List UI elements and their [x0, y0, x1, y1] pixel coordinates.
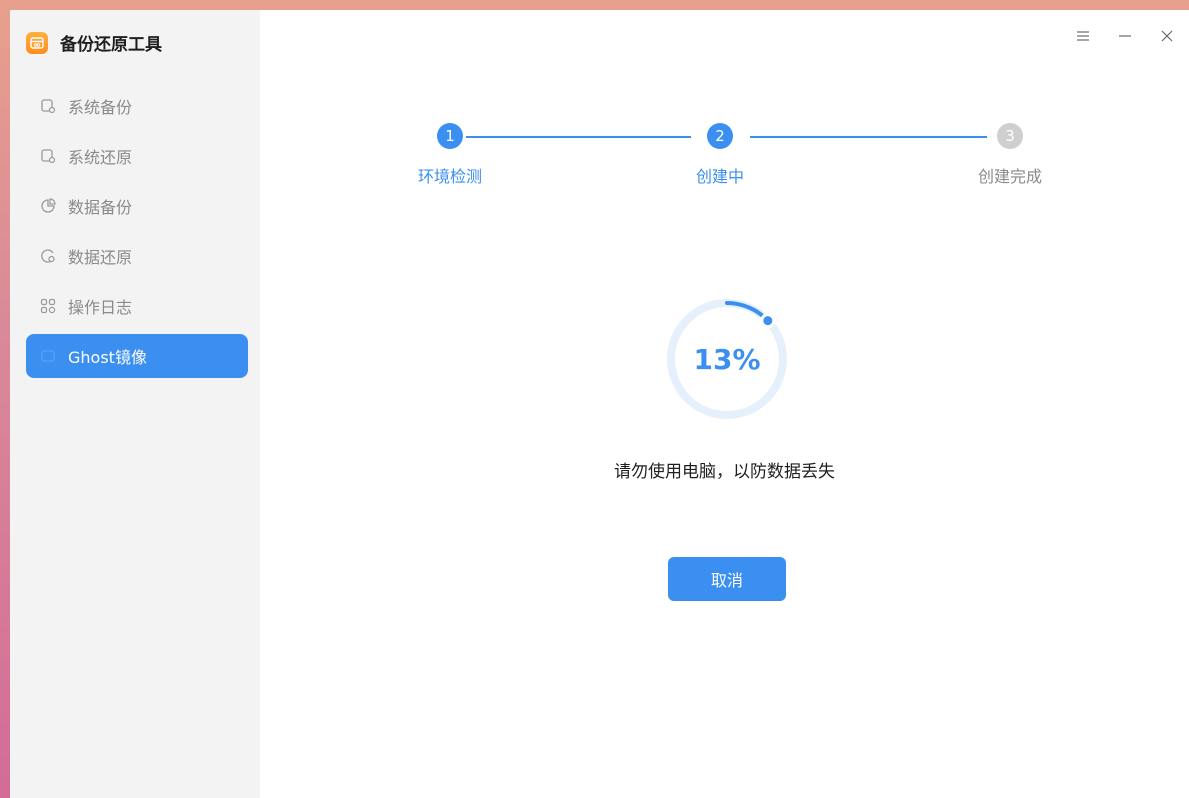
- step-1-circle: 1: [437, 123, 463, 149]
- sidebar-item-label: 系统备份: [68, 98, 133, 117]
- step-2: 2 创建中: [660, 123, 780, 187]
- step-3-circle: 3: [997, 123, 1023, 149]
- app-window: 备份还原工具 系统备份 系统还原 数据备份 数据还原 操作日志 Ghost镜像 …: [10, 10, 1189, 798]
- sidebar-item-label: 数据还原: [68, 248, 133, 267]
- menu-icon[interactable]: [1075, 28, 1091, 44]
- data-restore-icon: [40, 248, 56, 264]
- sidebar-item-ghost-image[interactable]: Ghost镜像: [26, 334, 248, 378]
- step-3-label: 创建完成: [977, 167, 1042, 186]
- log-icon: [40, 298, 56, 314]
- sidebar: 备份还原工具 系统备份 系统还原 数据备份 数据还原 操作日志 Ghost镜像: [10, 10, 260, 798]
- app-header: 备份还原工具: [26, 30, 162, 55]
- progress-percent: 13%: [693, 342, 761, 376]
- sidebar-item-label: Ghost镜像: [68, 348, 147, 367]
- step-2-circle: 2: [707, 123, 733, 149]
- backup-app-icon: [26, 31, 48, 54]
- sidebar-item-system-restore[interactable]: 系统还原: [26, 134, 248, 178]
- main-content: 1 环境检测 2 创建中 3 创建完成 13% 请勿使用电脑，以防数据丢失 取消: [260, 10, 1189, 798]
- step-3: 3 创建完成: [950, 123, 1070, 187]
- sidebar-item-system-backup[interactable]: 系统备份: [26, 84, 248, 128]
- ghost-image-icon: [40, 348, 56, 364]
- sidebar-item-data-backup[interactable]: 数据备份: [26, 184, 248, 228]
- system-backup-icon: [40, 98, 56, 114]
- step-1: 1 环境检测: [390, 123, 510, 187]
- progress-ring: 13%: [665, 297, 789, 421]
- sidebar-item-label: 操作日志: [68, 298, 133, 317]
- window-controls: [1075, 28, 1175, 44]
- step-2-label: 创建中: [695, 167, 744, 186]
- close-icon[interactable]: [1159, 28, 1175, 44]
- sidebar-item-log[interactable]: 操作日志: [26, 284, 248, 328]
- warning-message: 请勿使用电脑，以防数据丢失: [614, 462, 835, 482]
- sidebar-nav: 系统备份 系统还原 数据备份 数据还原 操作日志 Ghost镜像: [26, 84, 248, 384]
- data-backup-icon: [40, 198, 56, 214]
- cancel-button[interactable]: 取消: [668, 557, 786, 601]
- sidebar-item-label: 数据备份: [68, 198, 133, 217]
- step-1-label: 环境检测: [417, 167, 482, 186]
- system-restore-icon: [40, 148, 56, 164]
- app-title: 备份还原工具: [60, 35, 162, 55]
- minimize-icon[interactable]: [1117, 28, 1133, 44]
- sidebar-item-data-restore[interactable]: 数据还原: [26, 234, 248, 278]
- sidebar-item-label: 系统还原: [68, 148, 133, 167]
- progress-stepper: 1 环境检测 2 创建中 3 创建完成: [390, 123, 1050, 193]
